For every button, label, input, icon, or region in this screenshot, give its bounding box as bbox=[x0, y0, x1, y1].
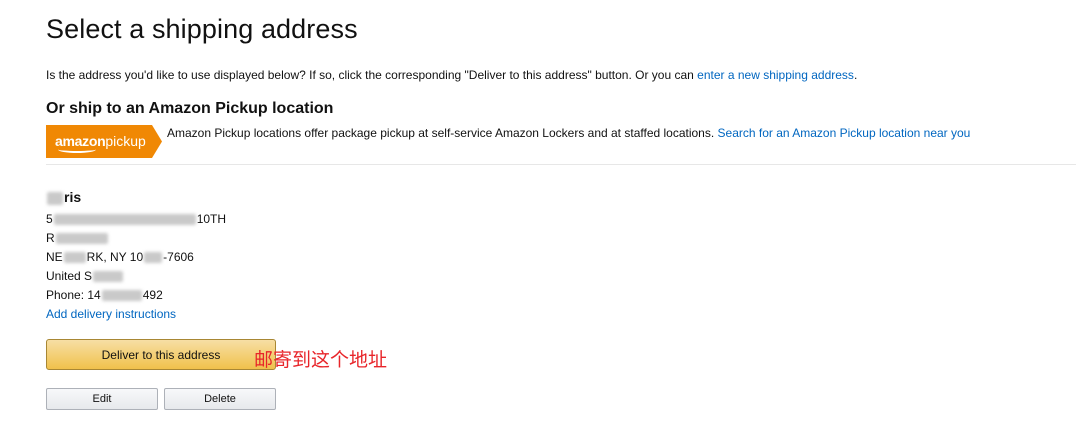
intro-text-body: Is the address you'd like to use display… bbox=[46, 68, 698, 82]
redacted-text bbox=[55, 233, 108, 245]
delete-button[interactable]: Delete bbox=[164, 388, 276, 410]
pickup-description: Amazon Pickup locations offer package pi… bbox=[167, 126, 970, 140]
address-card: ris 5 10TH R NE RK, NY 10 -7606 United S Ph… bbox=[46, 189, 226, 324]
intro-text: Is the address you'd like to use display… bbox=[46, 68, 857, 82]
address-line-1: 5 10TH bbox=[46, 210, 226, 229]
address-line-2: R bbox=[46, 229, 226, 248]
logo-suffix-text: pickup bbox=[105, 133, 146, 149]
add-delivery-instructions-link[interactable]: Add delivery instructions bbox=[46, 305, 226, 324]
deliver-to-this-address-button[interactable]: Deliver to this address bbox=[46, 339, 276, 370]
address-phone-prefix: Phone: 14 bbox=[46, 288, 101, 302]
address-city-prefix: NE bbox=[46, 250, 63, 264]
pickup-description-body: Amazon Pickup locations offer package pi… bbox=[167, 126, 718, 140]
address-name: ris bbox=[46, 189, 226, 205]
redacted-text bbox=[144, 252, 163, 264]
address-phone: Phone: 14 492 bbox=[46, 286, 226, 305]
page-title: Select a shipping address bbox=[46, 14, 358, 44]
address-line-2-prefix: R bbox=[46, 231, 55, 245]
address-line-1-prefix: 5 bbox=[46, 212, 53, 226]
redacted-text bbox=[63, 252, 86, 264]
address-city-mid: RK, NY 10 bbox=[86, 250, 144, 264]
search-pickup-link[interactable]: Search for an Amazon Pickup location nea… bbox=[718, 126, 971, 140]
edit-button[interactable]: Edit bbox=[46, 388, 158, 410]
redacted-text bbox=[93, 271, 124, 283]
enter-new-address-link[interactable]: enter a new shipping address bbox=[697, 68, 854, 82]
address-country-prefix: United S bbox=[46, 269, 93, 283]
address-phone-suffix: 492 bbox=[142, 288, 163, 302]
amazon-pickup-logo: amazonpickup bbox=[46, 125, 162, 158]
redacted-text bbox=[47, 191, 63, 205]
address-city-suffix: -7606 bbox=[163, 250, 194, 264]
amazon-smile-icon bbox=[58, 146, 96, 153]
annotation-text: 邮寄到这个地址 bbox=[254, 349, 388, 371]
redacted-text bbox=[53, 214, 196, 226]
divider bbox=[46, 164, 1076, 165]
redacted-text bbox=[101, 290, 142, 302]
address-line-1-suffix: 10TH bbox=[196, 212, 227, 226]
pickup-row: amazonpickup Amazon Pickup locations off… bbox=[46, 125, 1076, 158]
intro-text-end: . bbox=[853, 68, 858, 82]
address-name-text: ris bbox=[64, 189, 82, 205]
pickup-heading: Or ship to an Amazon Pickup location bbox=[46, 100, 334, 117]
address-city-line: NE RK, NY 10 -7606 bbox=[46, 248, 226, 267]
address-country: United S bbox=[46, 267, 226, 286]
